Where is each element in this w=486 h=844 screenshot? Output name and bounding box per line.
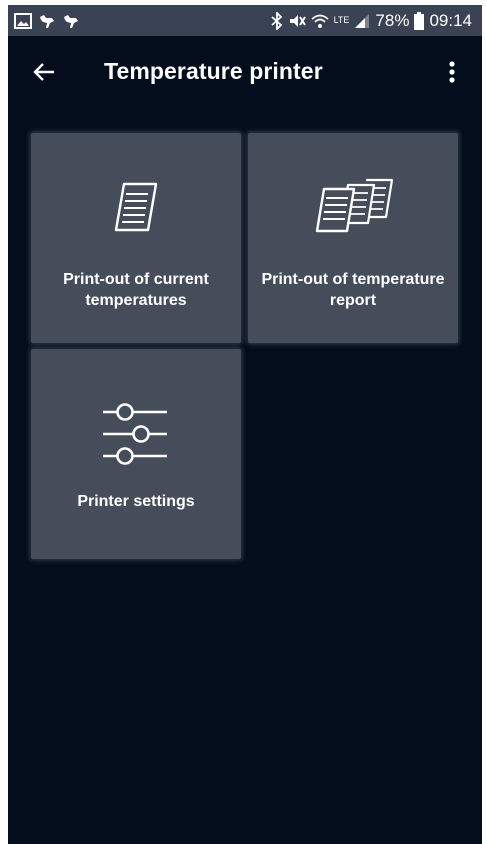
page-title: Temperature printer (104, 58, 323, 84)
battery-percent: 78% (375, 10, 410, 30)
clock: 09:14 (429, 10, 472, 30)
bird-icon (62, 13, 80, 29)
app-bar: Temperature printer (8, 36, 482, 112)
battery-icon (414, 11, 425, 30)
status-bar-system: LTE 78% 09:14 (270, 10, 472, 31)
bird-icon (38, 13, 56, 29)
status-bar: LTE 78% 09:14 (8, 5, 482, 36)
app-screen: LTE 78% 09:14 Temperature printer Print-… (8, 5, 482, 844)
arrow-left-icon (32, 60, 56, 89)
back-button[interactable] (24, 54, 64, 94)
signal-icon (354, 13, 370, 29)
tile-temperature-report[interactable]: Print-out of temperature report (248, 133, 458, 343)
tile-label: Printer settings (77, 493, 195, 510)
more-vertical-icon (448, 60, 456, 89)
documents-stack-icon (248, 177, 458, 233)
tile-current-temperatures[interactable]: Print-out of current temperatures (31, 133, 241, 343)
wifi-icon (310, 13, 329, 29)
overflow-menu-button[interactable] (434, 54, 470, 94)
tile-label: Print-out of temperature report (261, 271, 445, 309)
bluetooth-icon (270, 11, 283, 30)
sliders-icon (31, 399, 241, 465)
tile-label: Print-out of current temperatures (63, 271, 209, 309)
document-icon (31, 181, 241, 233)
image-icon (14, 12, 32, 29)
tile-printer-settings[interactable]: Printer settings (31, 349, 241, 559)
status-bar-notifications (14, 12, 80, 29)
lte-icon: LTE (333, 15, 350, 25)
mute-icon (288, 12, 306, 30)
